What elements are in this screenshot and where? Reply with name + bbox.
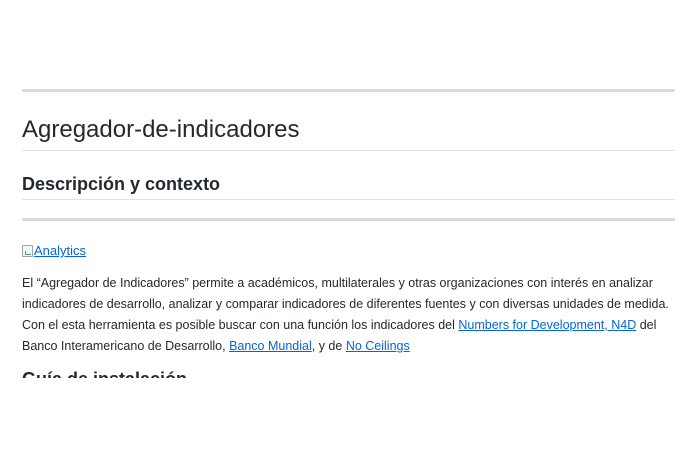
section-heading-underline bbox=[22, 199, 675, 200]
link-banco-mundial[interactable]: Banco Mundial bbox=[229, 339, 312, 353]
page-title: Agregador-de-indicadores bbox=[22, 116, 300, 143]
description-paragraph: El “Agregador de Indicadores” permite a … bbox=[22, 273, 675, 357]
next-section-heading-text: Guía de instalación bbox=[22, 366, 675, 378]
broken-image-icon bbox=[22, 245, 33, 257]
next-section-heading-cutoff: Guía de instalación bbox=[22, 366, 675, 378]
horizontal-rule-middle bbox=[22, 218, 675, 221]
link-no-ceilings[interactable]: No Ceilings bbox=[346, 339, 410, 353]
link-numbers-for-development[interactable]: Numbers for Development, N4D bbox=[458, 318, 636, 332]
horizontal-rule-top bbox=[22, 89, 675, 92]
title-underline bbox=[22, 150, 675, 151]
paragraph-text-3: , y de bbox=[311, 339, 346, 353]
section-heading-descripcion: Descripción y contexto bbox=[22, 174, 221, 194]
analytics-image-alt: Analytics bbox=[34, 243, 87, 258]
analytics-image-link[interactable]: Analytics bbox=[22, 242, 86, 260]
